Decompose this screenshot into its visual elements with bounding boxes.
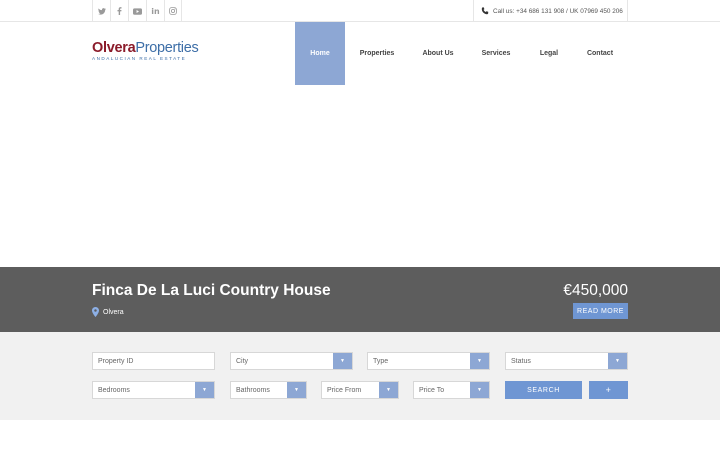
chevron-down-icon: ▼ <box>333 353 352 369</box>
property-title[interactable]: Finca De La Luci Country House <box>92 282 331 300</box>
chevron-down-icon: ▼ <box>287 382 306 398</box>
logo-text-properties: Properties <box>135 40 199 56</box>
youtube-icon[interactable] <box>128 0 146 22</box>
bathrooms-select[interactable]: Bathrooms ▼ <box>230 381 307 399</box>
search-button[interactable]: SEARCH <box>505 381 582 399</box>
property-location-text: Olvera <box>103 308 124 316</box>
property-id-input[interactable]: Property ID <box>92 352 215 370</box>
more-filters-button[interactable]: + <box>589 381 628 399</box>
instagram-icon[interactable] <box>164 0 182 22</box>
bedrooms-select[interactable]: Bedrooms ▼ <box>92 381 215 399</box>
facebook-icon[interactable] <box>110 0 128 22</box>
nav-services[interactable]: Services <box>474 22 518 85</box>
chevron-down-icon: ▼ <box>470 382 489 398</box>
price-from-select[interactable]: Price From ▼ <box>321 381 399 399</box>
chevron-down-icon: ▼ <box>608 353 627 369</box>
status-select-label: Status <box>511 357 531 365</box>
property-price: €450,000 <box>563 282 628 299</box>
nav-contact[interactable]: Contact <box>582 22 618 85</box>
city-select[interactable]: City ▼ <box>230 352 353 370</box>
chevron-down-icon: ▼ <box>470 353 489 369</box>
nav-properties[interactable]: Properties <box>352 22 402 85</box>
nav-about-us[interactable]: About Us <box>412 22 464 85</box>
logo-tagline: ANDALUCIAN REAL ESTATE <box>92 56 187 61</box>
property-location: Olvera <box>92 307 124 317</box>
status-select[interactable]: Status ▼ <box>505 352 628 370</box>
price-to-select-label: Price To <box>419 386 445 394</box>
linkedin-icon[interactable]: in <box>146 0 164 22</box>
read-more-button[interactable]: READ MORE <box>573 303 628 319</box>
chevron-down-icon: ▼ <box>379 382 398 398</box>
price-to-select[interactable]: Price To ▼ <box>413 381 490 399</box>
top-bar: in Call us: +34 686 131 908 / UK 07969 4… <box>0 0 720 22</box>
site-logo[interactable]: OlveraProperties ANDALUCIAN REAL ESTATE <box>92 40 199 61</box>
price-from-select-label: Price From <box>327 386 362 394</box>
logo-text-olvera: Olvera <box>92 40 136 56</box>
nav-home[interactable]: Home <box>295 22 345 85</box>
twitter-icon[interactable] <box>92 0 110 22</box>
bedrooms-select-label: Bedrooms <box>98 386 130 394</box>
featured-property-banner: Finca De La Luci Country House Olvera €4… <box>0 267 720 332</box>
phone-icon <box>481 7 489 15</box>
social-links: in <box>92 0 182 22</box>
call-us-text: Call us: +34 686 131 908 / UK 07969 450 … <box>493 7 623 15</box>
map-pin-icon <box>92 307 99 317</box>
chevron-down-icon: ▼ <box>195 382 214 398</box>
type-select[interactable]: Type ▼ <box>367 352 490 370</box>
type-select-label: Type <box>373 357 389 365</box>
property-search-form: Property ID City ▼ Type ▼ Status ▼ Bedro… <box>0 332 720 420</box>
bathrooms-select-label: Bathrooms <box>236 386 270 394</box>
city-select-label: City <box>236 357 249 365</box>
nav-legal[interactable]: Legal <box>532 22 566 85</box>
call-us: Call us: +34 686 131 908 / UK 07969 450 … <box>473 0 628 22</box>
